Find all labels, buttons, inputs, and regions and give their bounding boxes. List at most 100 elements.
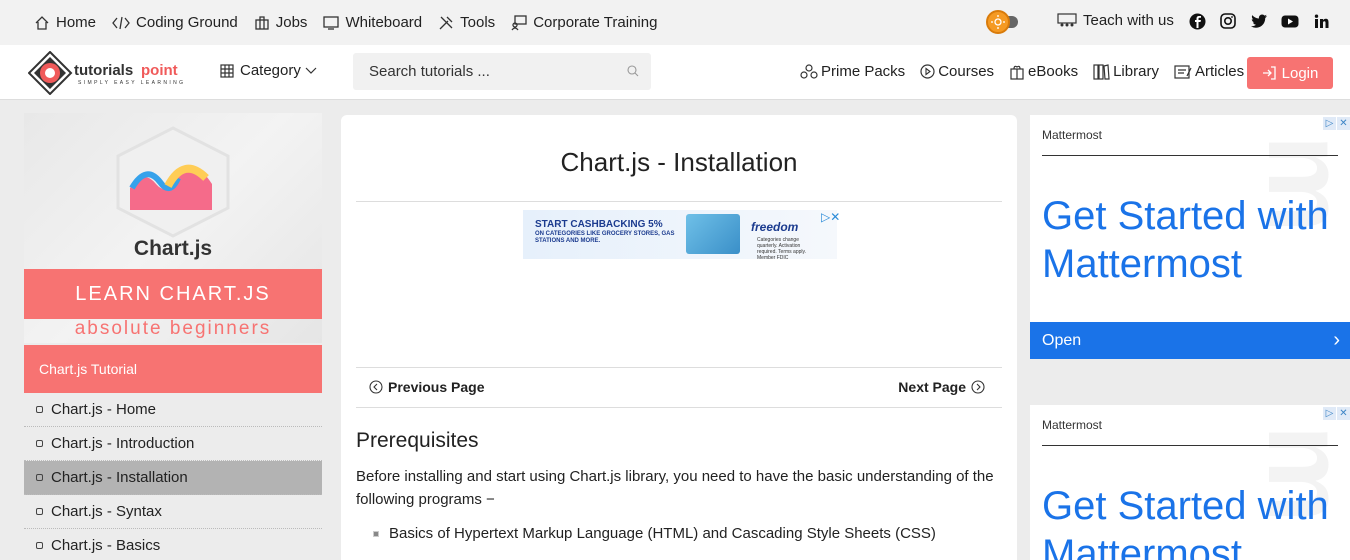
sidebar-item-basics[interactable]: Chart.js - Basics (24, 529, 322, 560)
topbar-coding-ground-label: Coding Ground (136, 14, 238, 31)
ad-open-button[interactable]: Open › (1030, 322, 1350, 359)
sidebar-item-home[interactable]: Chart.js - Home (24, 393, 322, 427)
login-icon (1262, 66, 1276, 80)
search-box (353, 53, 651, 90)
sun-icon (986, 10, 1010, 34)
courses-label: Courses (938, 63, 995, 80)
next-page-link[interactable]: Next Page (898, 379, 985, 395)
topbar-whiteboard-link[interactable]: Whiteboard (323, 14, 422, 31)
list-item-text: Basics of Hypertext Markup Language (HTM… (389, 525, 936, 542)
teach-with-us-label: Teach with us (1083, 12, 1174, 29)
tools-icon (439, 16, 453, 29)
ad-choices-icon[interactable]: ▷ ✕ (1322, 407, 1350, 420)
bullet-icon (36, 406, 43, 413)
instagram-icon[interactable] (1219, 12, 1237, 30)
ad-brand-label: Mattermost (1042, 128, 1103, 142)
next-page-label: Next Page (898, 379, 966, 395)
library-label: Library (1113, 63, 1159, 80)
briefcase-icon (255, 15, 269, 30)
ad-fine-print: Categories change quarterly. Activation … (757, 237, 807, 261)
advertisement-banner[interactable]: START CASHBACKING 5% ON CATEGORIES LIKE … (523, 210, 840, 261)
banner-title: Chart.js (133, 237, 213, 260)
topbar-tools-link[interactable]: Tools (438, 14, 495, 31)
teach-with-us-link[interactable]: Teach with us (1057, 12, 1174, 29)
section-paragraph: Before installing and start using Chart.… (356, 468, 994, 508)
category-label: Category (240, 62, 301, 79)
sidebar-item-label: Chart.js - Home (51, 401, 157, 418)
banner-learn: LEARN CHART.JS (24, 269, 322, 319)
previous-page-link[interactable]: Previous Page (369, 379, 485, 395)
ad-choices-icon[interactable]: ▷ ✕ (1322, 117, 1350, 130)
bullet-icon (36, 508, 43, 515)
tutorialspoint-logo[interactable]: tutorials point SIMPLY EASY LEARNING (27, 50, 218, 96)
facebook-icon[interactable] (1188, 12, 1206, 30)
search-icon[interactable] (627, 65, 639, 77)
training-icon (511, 14, 527, 30)
divider (1042, 155, 1338, 156)
previous-page-label: Previous Page (388, 379, 485, 395)
prime-packs-icon (800, 63, 818, 79)
ebooks-link[interactable]: eBooks (1009, 63, 1078, 80)
topbar-jobs-link[interactable]: Jobs (254, 14, 308, 31)
sidebar-item-syntax[interactable]: Chart.js - Syntax (24, 495, 322, 529)
mattermost-ad[interactable]: m Mattermost ▷ ✕ Get Started with Matterm… (1030, 115, 1350, 359)
credit-card-image (686, 214, 740, 254)
category-dropdown[interactable]: Category (220, 62, 323, 79)
library-icon (1093, 63, 1110, 80)
library-link[interactable]: Library (1093, 63, 1159, 80)
topbar-tools-label: Tools (460, 14, 496, 31)
topbar-home-link[interactable]: Home (34, 14, 96, 31)
divider (356, 201, 1002, 202)
prime-packs-link[interactable]: Prime Packs (800, 63, 905, 80)
topbar-corporate-training-link[interactable]: Corporate Training (511, 14, 657, 31)
chartjs-logo-icon (116, 126, 230, 238)
ebook-icon (1010, 65, 1024, 80)
prime-packs-label: Prime Packs (821, 63, 906, 80)
login-button[interactable]: Login (1247, 57, 1333, 89)
linkedin-icon[interactable] (1312, 12, 1330, 30)
bullet-icon (36, 440, 43, 447)
grid-icon (220, 63, 234, 78)
ebooks-label: eBooks (1028, 63, 1079, 80)
topbar-jobs-label: Jobs (275, 14, 308, 31)
twitter-icon[interactable] (1250, 12, 1268, 30)
ad-headline: Get Started with Mattermost (1042, 484, 1329, 560)
sidebar-item-installation[interactable]: Chart.js - Installation (24, 461, 322, 495)
topbar-corporate-training-label: Corporate Training (533, 14, 658, 31)
header-nav: Prime Packs Courses eBooks Library Artic… (800, 63, 1259, 80)
tutorial-nav-list: Chart.js - Home Chart.js - Introduction … (24, 393, 322, 560)
header: tutorials point SIMPLY EASY LEARNING Cat… (0, 45, 1350, 100)
sidebar-item-introduction[interactable]: Chart.js - Introduction (24, 427, 322, 461)
articles-label: Articles (1194, 63, 1245, 80)
tutorial-section-title: Chart.js Tutorial (24, 345, 322, 393)
login-label: Login (1281, 64, 1319, 82)
bullet-icon (36, 542, 43, 549)
divider (356, 367, 1002, 368)
home-icon (35, 15, 49, 30)
social-links (1188, 12, 1330, 30)
search-input[interactable] (369, 63, 619, 80)
chartjs-course-banner[interactable]: Chart.js LEARN CHART.JS absolute beginne… (24, 113, 322, 343)
logo-graphic: tutorials point SIMPLY EASY LEARNING (27, 50, 183, 96)
topbar-whiteboard-label: Whiteboard (345, 14, 423, 31)
sidebar-item-label: Chart.js - Syntax (51, 503, 162, 520)
chevron-right-icon: › (1333, 329, 1340, 351)
youtube-icon[interactable] (1281, 12, 1299, 30)
chevron-down-icon (305, 67, 317, 74)
section-heading: Prerequisites (356, 429, 479, 452)
list-item: Basics of Hypertext Markup Language (HTM… (373, 525, 936, 542)
code-icon (112, 16, 130, 29)
whiteboard-icon (323, 15, 340, 30)
ad-brand: freedom (751, 220, 799, 234)
topbar-coding-ground-link[interactable]: Coding Ground (112, 14, 238, 31)
chevron-left-circle-icon (369, 380, 383, 394)
mattermost-ad[interactable]: m Mattermost ▷ ✕ Get Started with Matterm… (1030, 405, 1350, 560)
ad-open-label: Open (1042, 331, 1082, 349)
ad-headline: Get Started with Mattermost (1042, 194, 1329, 286)
theme-toggle[interactable] (986, 10, 1032, 34)
articles-link[interactable]: Articles (1174, 63, 1244, 80)
bullet-icon (373, 530, 379, 537)
ad-close-icon[interactable]: ▷✕ (821, 210, 840, 224)
courses-link[interactable]: Courses (920, 63, 994, 80)
divider (356, 407, 1002, 408)
